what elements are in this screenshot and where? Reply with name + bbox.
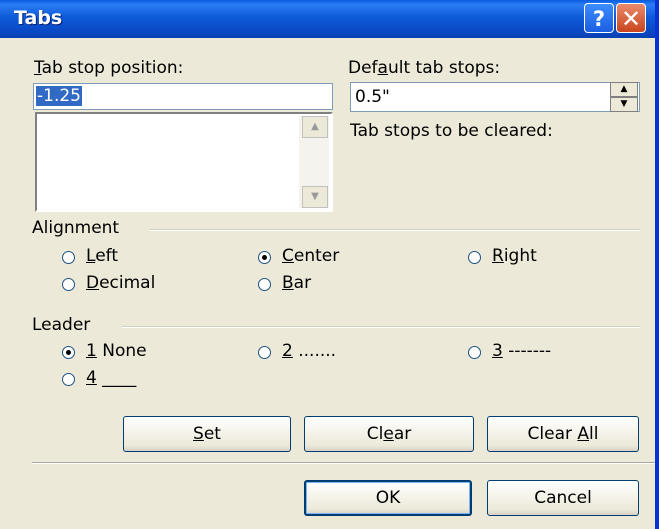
title-bar[interactable]: Tabs ? ✕ bbox=[0, 0, 655, 38]
leader-none-radio[interactable] bbox=[62, 346, 75, 359]
default-tab-stops-input[interactable]: 0.5" bbox=[350, 82, 640, 112]
cancel-button[interactable]: Cancel bbox=[487, 480, 639, 516]
close-icon[interactable]: ✕ bbox=[616, 3, 646, 33]
set-button[interactable]: Set bbox=[123, 416, 291, 452]
alignment-right-label[interactable]: Right bbox=[492, 246, 537, 266]
alignment-center-label[interactable]: Center bbox=[282, 246, 339, 266]
alignment-divider bbox=[150, 229, 640, 231]
clear-button[interactable]: Clear bbox=[304, 416, 474, 452]
tab-stop-position-input[interactable]: -1.25 bbox=[33, 83, 333, 110]
leader-none-label[interactable]: 1 None bbox=[86, 341, 147, 361]
leader-underline-label[interactable]: 4 ____ bbox=[86, 368, 136, 388]
alignment-decimal-label[interactable]: Decimal bbox=[86, 273, 155, 293]
leader-dots-radio[interactable] bbox=[258, 346, 271, 359]
default-tab-stops-spinner[interactable]: ▲ ▼ bbox=[610, 82, 638, 112]
spin-up-icon[interactable]: ▲ bbox=[610, 82, 638, 97]
spin-down-icon[interactable]: ▼ bbox=[610, 97, 638, 112]
leader-heading: Leader bbox=[32, 315, 91, 335]
tabs-dialog: Tabs ? ✕ Tab stop position: -1.25 ▲ ▼ De… bbox=[0, 0, 659, 529]
leader-divider bbox=[122, 326, 640, 328]
leader-dots-label[interactable]: 2 ....... bbox=[282, 341, 336, 361]
help-icon[interactable]: ? bbox=[584, 3, 614, 33]
alignment-heading: Alignment bbox=[32, 218, 120, 238]
down-arrow-icon[interactable]: ▼ bbox=[302, 186, 328, 208]
cleared-label: Tab stops to be cleared: bbox=[350, 121, 553, 141]
alignment-left-label[interactable]: Left bbox=[86, 246, 118, 266]
alignment-bar-label[interactable]: Bar bbox=[282, 273, 311, 293]
alignment-bar-radio[interactable] bbox=[258, 278, 271, 291]
tab-stop-position-label: Tab stop position: bbox=[34, 58, 184, 78]
button-separator bbox=[32, 462, 655, 464]
leader-underline-radio[interactable] bbox=[62, 373, 75, 386]
default-tab-stops-label: Default tab stops: bbox=[348, 58, 501, 78]
leader-dashes-radio[interactable] bbox=[468, 346, 481, 359]
alignment-decimal-radio[interactable] bbox=[62, 278, 75, 291]
tab-stop-position-value: -1.25 bbox=[36, 86, 82, 106]
list-scrollbar[interactable]: ▲ ▼ bbox=[299, 116, 329, 208]
alignment-center-radio[interactable] bbox=[258, 251, 271, 264]
window-title: Tabs bbox=[14, 7, 63, 29]
alignment-right-radio[interactable] bbox=[468, 251, 481, 264]
clear-all-button[interactable]: Clear All bbox=[487, 416, 639, 452]
tab-stop-list[interactable]: ▲ ▼ bbox=[35, 112, 333, 212]
leader-dashes-label[interactable]: 3 ------- bbox=[492, 341, 551, 361]
up-arrow-icon[interactable]: ▲ bbox=[302, 116, 328, 138]
alignment-left-radio[interactable] bbox=[62, 251, 75, 264]
ok-button[interactable]: OK bbox=[304, 480, 472, 516]
default-tab-stops-value: 0.5" bbox=[355, 87, 390, 107]
